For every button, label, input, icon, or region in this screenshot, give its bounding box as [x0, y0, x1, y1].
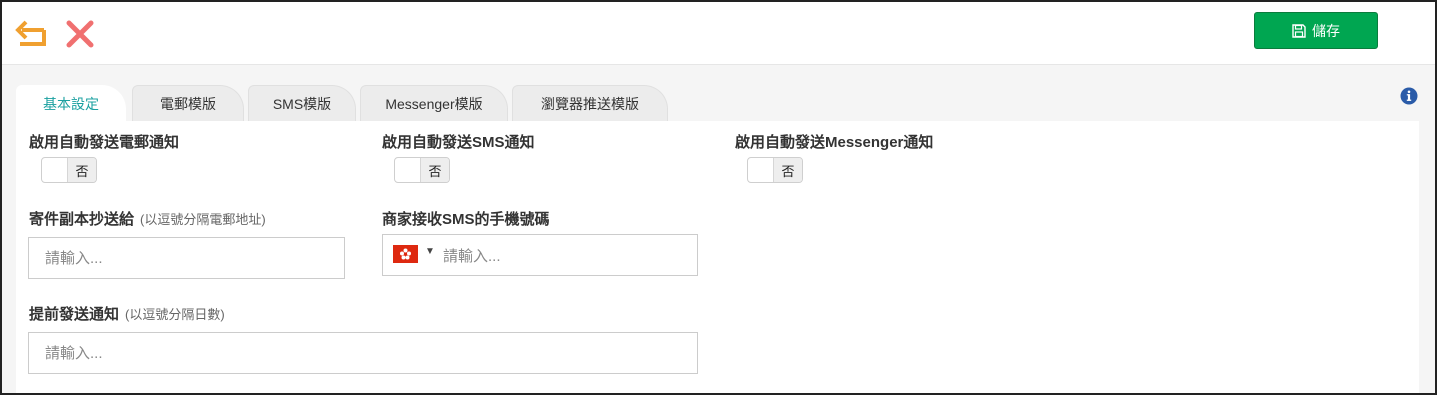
- app-frame: 儲存 基本設定 電郵模版 SMS模版 Messenger模版 瀏覽器推送模版 啟…: [0, 0, 1437, 395]
- tab-messenger-template[interactable]: Messenger模版: [360, 85, 508, 121]
- close-x-icon[interactable]: [62, 16, 98, 52]
- advance-notice-label: 提前發送通知 (以逗號分隔日數): [29, 303, 225, 324]
- messenger-notify-label: 啟用自動發送Messenger通知: [735, 134, 934, 151]
- tab-label: 瀏覽器推送模版: [541, 95, 639, 112]
- messenger-notify-toggle[interactable]: 否: [747, 157, 803, 183]
- cc-email-label-text: 寄件副本抄送給: [29, 211, 135, 228]
- basic-settings-panel: 啟用自動發送電郵通知 否 啟用自動發送SMS通知 否 啟用自動發送Messeng…: [16, 121, 1419, 393]
- sms-notify-toggle[interactable]: 否: [394, 157, 450, 183]
- advance-notice-input[interactable]: [28, 332, 698, 374]
- tab-browser-push-template[interactable]: 瀏覽器推送模版: [512, 85, 668, 121]
- advance-notice-label-text: 提前發送通知: [29, 306, 120, 323]
- merchant-sms-input[interactable]: [441, 236, 695, 276]
- top-toolbar: 儲存: [2, 2, 1435, 65]
- cc-email-hint: (以逗號分隔電郵地址): [140, 212, 266, 227]
- save-button-label: 儲存: [1312, 22, 1340, 39]
- tab-basic-settings[interactable]: 基本設定: [16, 85, 126, 121]
- advance-notice-hint: (以逗號分隔日數): [125, 307, 225, 322]
- cc-email-input[interactable]: [28, 237, 345, 279]
- toggle-off-text: 否: [773, 158, 802, 182]
- tab-label: Messenger模版: [385, 95, 483, 112]
- tab-label: SMS模版: [272, 95, 332, 112]
- tab-label: 電郵模版: [160, 95, 216, 112]
- floppy-disk-icon: [1292, 23, 1306, 38]
- save-button[interactable]: 儲存: [1254, 12, 1378, 49]
- tab-sms-template[interactable]: SMS模版: [248, 85, 356, 121]
- email-notify-toggle[interactable]: 否: [41, 157, 97, 183]
- caret-down-icon: ▼: [425, 246, 435, 257]
- merchant-sms-label: 商家接收SMS的手機號碼: [382, 211, 550, 228]
- tab-label: 基本設定: [43, 95, 99, 112]
- toggle-off-text: 否: [67, 158, 96, 182]
- cc-email-label: 寄件副本抄送給 (以逗號分隔電郵地址): [29, 208, 266, 229]
- tab-email-template[interactable]: 電郵模版: [132, 85, 244, 121]
- hong-kong-flag-icon: [393, 245, 418, 263]
- sms-notify-label: 啟用自動發送SMS通知: [382, 134, 535, 151]
- undo-arrow-icon[interactable]: [14, 16, 50, 52]
- info-circle-icon[interactable]: [1400, 87, 1418, 105]
- toggle-off-text: 否: [420, 158, 449, 182]
- merchant-sms-phone-field: ▼: [382, 234, 698, 276]
- settings-workspace: 基本設定 電郵模版 SMS模版 Messenger模版 瀏覽器推送模版 啟用自動…: [2, 65, 1435, 393]
- country-selector[interactable]: ▼: [391, 243, 441, 267]
- email-notify-label: 啟用自動發送電郵通知: [29, 134, 180, 151]
